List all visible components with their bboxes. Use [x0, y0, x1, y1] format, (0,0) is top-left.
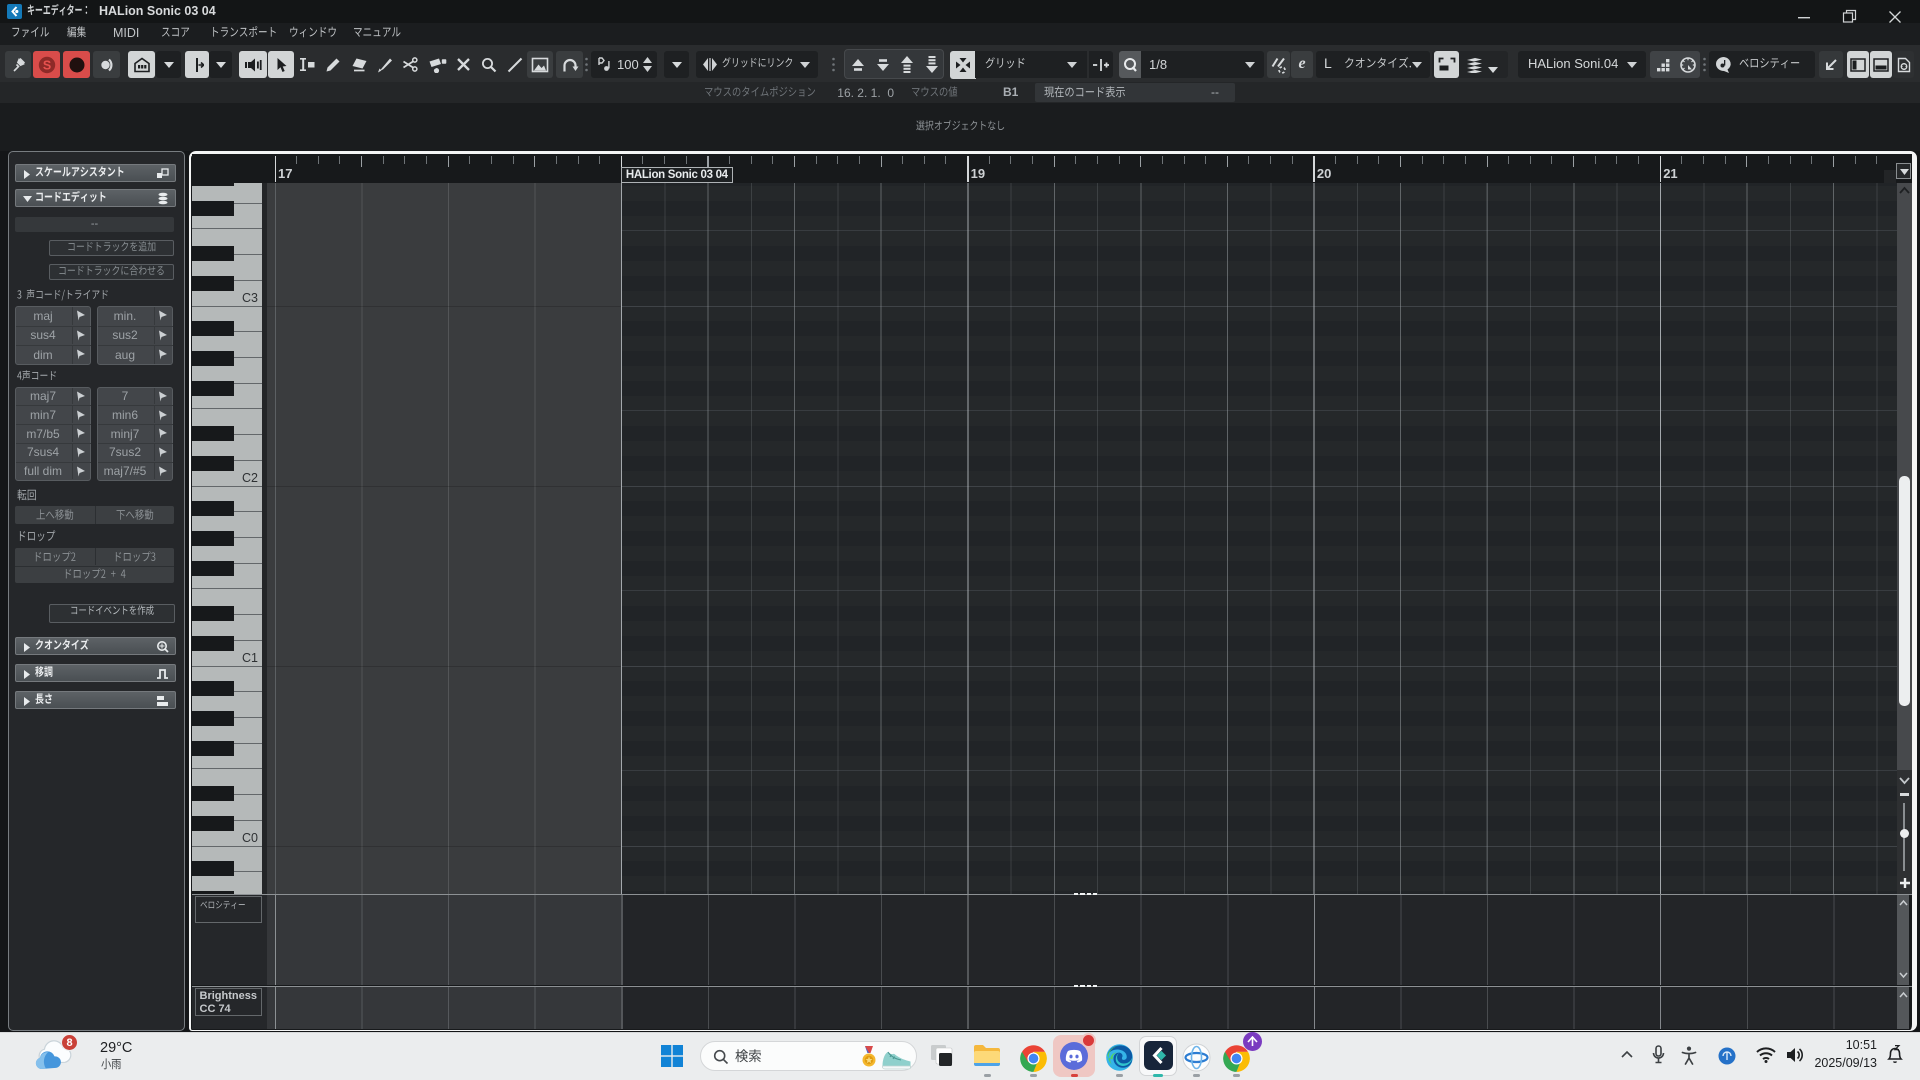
- svg-text:S: S: [42, 58, 50, 72]
